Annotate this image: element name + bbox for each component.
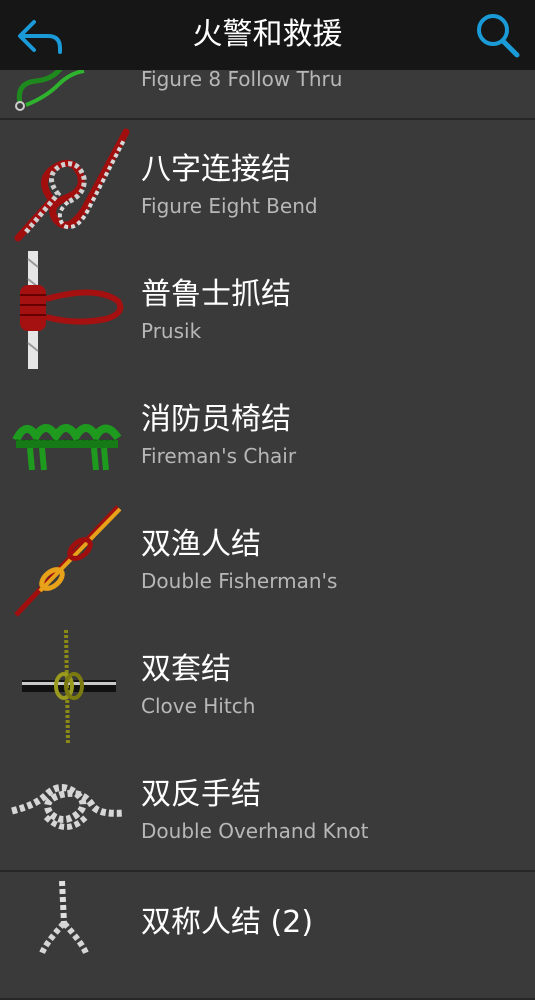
knot-name: 普鲁士抓结 [141,277,291,312]
knot-subtitle: Fireman's Chair [141,444,297,468]
knot-name: 双渔人结 [141,527,261,562]
knot-subtitle: Figure 8 Follow Thru [141,67,343,91]
prusik-knot-icon [20,251,124,369]
knot-name: 八字连接结 [141,152,291,187]
knot-name: 双套结 [141,652,231,687]
clove-hitch-knot-icon [22,629,116,745]
search-icon[interactable] [473,10,521,60]
app-header: 火警和救援 [0,0,535,70]
knot-name: 双称人结 (2) [141,905,314,940]
knot-subtitle: Double Overhand Knot [141,819,369,843]
figure-eight-bend-knot-icon [14,128,130,242]
list-item[interactable]: 双反手结 Double Overhand Knot [0,745,535,872]
firemans-chair-knot-icon [12,424,122,471]
knot-subtitle: Clove Hitch [141,694,256,718]
knot-name: 消防员椅结 [141,402,291,437]
double-overhand-knot-icon [11,784,125,830]
double-fishermans-knot-icon [14,505,122,617]
list-item[interactable]: 消防员椅结 Fireman's Chair [0,370,535,497]
list-item[interactable]: 普鲁士抓结 Prusik [0,245,535,372]
knot-subtitle: Prusik [141,319,202,343]
list-item[interactable]: 双套结 Clove Hitch [0,620,535,747]
list-item[interactable]: 八字连接结 Figure Eight Bend [0,120,535,247]
knot-subtitle: Double Fisherman's [141,569,338,593]
list-item[interactable]: 双渔人结 Double Fisherman's [0,495,535,622]
knot-name: 双反手结 [141,777,261,812]
knot-subtitle: Figure Eight Bend [141,194,318,218]
page-title: 火警和救援 [192,17,343,52]
list-item[interactable]: 双称人结 (2) [0,873,535,1000]
double-bowline-knot-icon [39,880,89,955]
